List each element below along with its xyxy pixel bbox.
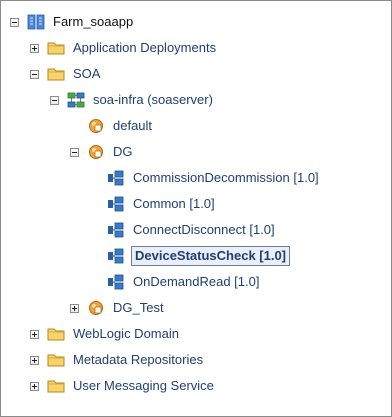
tree-node-user-messaging-service[interactable]: User Messaging Service (30, 374, 216, 398)
soa-infra-icon (67, 92, 85, 108)
tree-node-label[interactable]: SOA (71, 64, 102, 84)
toggle-spacer (90, 278, 99, 287)
expand-icon[interactable] (30, 329, 39, 339)
tree-node-label[interactable]: WebLogic Domain (71, 324, 181, 344)
tree-node-connectdisconnect-1-0[interactable]: ConnectDisconnect [1.0] (90, 218, 277, 242)
expand-icon[interactable] (30, 355, 39, 365)
tree-node-label[interactable]: CommissionDecommission [1.0] (131, 168, 321, 188)
folder-icon (47, 66, 65, 82)
tree-node-soa[interactable]: SOA (30, 62, 102, 86)
tree-node-application-deployments[interactable]: Application Deployments (30, 36, 218, 60)
tree-node-label[interactable]: DG (111, 142, 135, 162)
navigation-tree-panel: Farm_soaapp Application Deployments SOA soa… (0, 0, 392, 417)
collapse-icon[interactable] (70, 147, 79, 157)
composite-icon (107, 274, 125, 290)
tree-node-label[interactable]: User Messaging Service (71, 376, 216, 396)
tree-node-devicestatuscheck-1-0[interactable]: DeviceStatusCheck [1.0] (90, 244, 291, 268)
tree-node-metadata-repositories[interactable]: Metadata Repositories (30, 348, 205, 372)
folder-icon (47, 326, 65, 342)
partition-icon (87, 144, 105, 160)
tree-node-common-1-0[interactable]: Common [1.0] (90, 192, 217, 216)
tree-node-label[interactable]: Farm_soaapp (51, 12, 135, 32)
collapse-icon[interactable] (10, 17, 19, 27)
folder-icon (47, 378, 65, 394)
tree-node-dg[interactable]: DG (70, 140, 135, 164)
tree-node-soa-infra-soaserver[interactable]: soa-infra (soaserver) (50, 88, 215, 112)
expand-icon[interactable] (70, 303, 79, 313)
farm-icon (27, 14, 45, 30)
tree-node-weblogic-domain[interactable]: WebLogic Domain (30, 322, 181, 346)
tree-node-label[interactable]: Common [1.0] (131, 194, 217, 214)
tree-node-label[interactable]: OnDemandRead [1.0] (131, 272, 261, 292)
toggle-spacer (90, 252, 99, 261)
toggle-spacer (90, 226, 99, 235)
tree-node-label[interactable]: Metadata Repositories (71, 350, 205, 370)
tree-node-ondemandread-1-0[interactable]: OnDemandRead [1.0] (90, 270, 261, 294)
tree-node-label[interactable]: DeviceStatusCheck [1.0] (131, 246, 291, 266)
composite-icon (107, 170, 125, 186)
composite-icon (107, 196, 125, 212)
partition-icon (87, 300, 105, 316)
collapse-icon[interactable] (50, 95, 59, 105)
tree-node-label[interactable]: DG_Test (111, 298, 166, 318)
tree-node-label[interactable]: ConnectDisconnect [1.0] (131, 220, 277, 240)
folder-icon (47, 352, 65, 368)
expand-icon[interactable] (30, 43, 39, 53)
collapse-icon[interactable] (30, 69, 39, 79)
expand-icon[interactable] (30, 381, 39, 391)
tree-node-label[interactable]: soa-infra (soaserver) (91, 90, 215, 110)
tree-node-dg-test[interactable]: DG_Test (70, 296, 166, 320)
composite-icon (107, 248, 125, 264)
tree-node-default[interactable]: default (70, 114, 154, 138)
tree-node-label[interactable]: default (111, 116, 154, 136)
toggle-spacer (70, 122, 79, 131)
tree-node-farm-soaapp[interactable]: Farm_soaapp (10, 10, 135, 34)
toggle-spacer (90, 174, 99, 183)
toggle-spacer (90, 200, 99, 209)
tree-node-label[interactable]: Application Deployments (71, 38, 218, 58)
partition-icon (87, 118, 105, 134)
tree-node-commissiondecommission-1-0[interactable]: CommissionDecommission [1.0] (90, 166, 321, 190)
folder-icon (47, 40, 65, 56)
composite-icon (107, 222, 125, 238)
